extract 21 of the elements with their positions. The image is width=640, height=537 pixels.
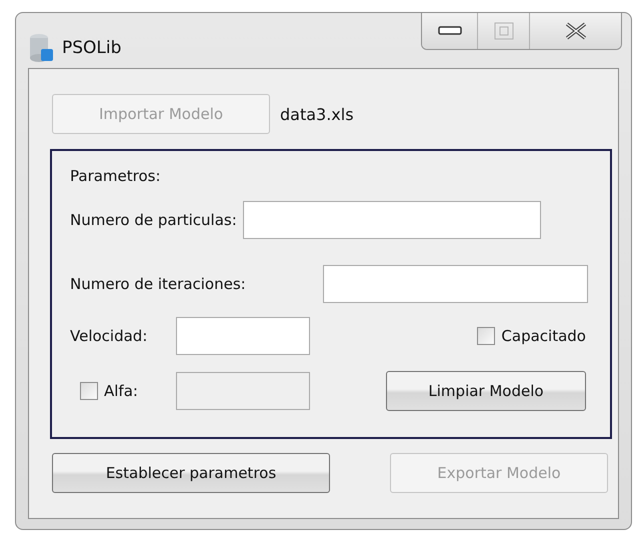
field-label: Numero de particulas: bbox=[70, 211, 237, 229]
field-label: Velocidad: bbox=[70, 327, 148, 345]
close-button[interactable] bbox=[529, 13, 621, 49]
checkbox[interactable] bbox=[80, 382, 98, 400]
input-field[interactable] bbox=[242, 201, 541, 239]
checkbox-label: Alfa: bbox=[104, 382, 138, 400]
database-icon bbox=[28, 33, 54, 63]
window-title: PSOLib bbox=[62, 38, 122, 58]
action-button[interactable]: Establecer parametros bbox=[52, 453, 330, 493]
file-name: data3.xls bbox=[280, 104, 354, 124]
minimize-icon bbox=[438, 26, 462, 36]
checkbox[interactable] bbox=[477, 327, 496, 345]
group-heading: Parametros: bbox=[70, 166, 162, 187]
maximize-icon bbox=[494, 22, 514, 40]
input-field[interactable] bbox=[176, 317, 310, 355]
minimize-button[interactable] bbox=[422, 13, 477, 49]
clear-model-button[interactable]: Limpiar Modelo bbox=[386, 371, 586, 411]
close-icon bbox=[564, 22, 588, 40]
field-label: Numero de iteraciones: bbox=[70, 275, 246, 293]
input-field[interactable] bbox=[323, 265, 588, 303]
checkbox-label: Capacitado bbox=[501, 327, 586, 345]
